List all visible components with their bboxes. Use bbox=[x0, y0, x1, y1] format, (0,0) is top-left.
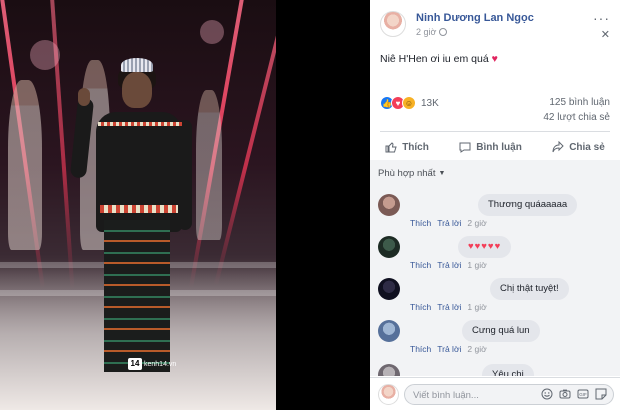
figure-hand bbox=[78, 88, 90, 106]
comment-reply-link[interactable]: Trả lời bbox=[437, 260, 461, 270]
gif-icon[interactable]: GIF bbox=[577, 388, 589, 400]
comment-bubble: Chị thật tuyệt! bbox=[490, 278, 569, 300]
comment-reply-link[interactable]: Trả lời bbox=[437, 218, 461, 228]
comment-time[interactable]: 2 giờ bbox=[467, 344, 486, 354]
comment-meta: Thích Trả lời 1 giờ bbox=[410, 260, 487, 270]
comment-reply-link[interactable]: Trả lời bbox=[437, 302, 461, 312]
shares-count[interactable]: 42 lượt chia sẻ bbox=[543, 112, 610, 123]
bokeh bbox=[30, 40, 60, 70]
comment-like-link[interactable]: Thích bbox=[410, 344, 431, 354]
comment-meta: Thích Trả lời 2 giờ bbox=[410, 218, 487, 228]
comment-sort-dropdown[interactable]: Phù hợp nhất ▼ bbox=[378, 168, 445, 179]
post-text: Niê H'Hen ơi iu em quá ♥ bbox=[380, 53, 498, 65]
avatar[interactable] bbox=[380, 11, 406, 37]
like-button-label: Thích bbox=[402, 141, 429, 153]
dress-pattern bbox=[98, 122, 182, 126]
reactions-summary[interactable]: 👍 ♥ ☺ 13K bbox=[380, 96, 439, 110]
comment-time[interactable]: 1 giờ bbox=[467, 302, 486, 312]
comment-time[interactable]: 1 giờ bbox=[467, 260, 486, 270]
post-text-content: Niê H'Hen ơi iu em quá bbox=[380, 53, 489, 65]
comment-bubble: Thương quáaaaaa bbox=[478, 194, 578, 216]
comment-sort-label: Phù hợp nhất bbox=[378, 168, 436, 179]
comment-icon bbox=[459, 142, 471, 153]
stage-light bbox=[213, 0, 276, 287]
comment-bubble: ♥♥♥♥♥ bbox=[458, 236, 512, 258]
more-options-icon[interactable]: ··· bbox=[593, 10, 610, 26]
dress-pattern bbox=[100, 205, 178, 213]
figure-dress-top bbox=[96, 112, 182, 232]
commenter-avatar[interactable] bbox=[378, 236, 400, 258]
comments-section: Phù hợp nhất ▼ Thương quáaaaaa Thích Trả… bbox=[370, 160, 620, 376]
comment-item: Yêu chị bbox=[378, 364, 618, 376]
haha-reaction-icon: ☺ bbox=[402, 96, 416, 110]
action-bar: Thích Bình luận Chia sẻ bbox=[370, 136, 620, 158]
bokeh bbox=[200, 20, 224, 44]
comment-reply-link[interactable]: Trả lời bbox=[437, 344, 461, 354]
comment-item: Thương quáaaaaa Thích Trả lời 2 giờ bbox=[378, 194, 618, 234]
post-panel: Ninh Dương Lan Ngọc 2 giờ ··· ✕ Niê H'He… bbox=[370, 0, 620, 410]
heart-emoji: ♥ bbox=[491, 53, 498, 65]
like-button[interactable]: Thích bbox=[385, 141, 429, 153]
author-name[interactable]: Ninh Dương Lan Ngọc bbox=[416, 12, 534, 24]
post-time: 2 giờ bbox=[416, 27, 448, 37]
sticker-icon[interactable] bbox=[595, 388, 607, 400]
post-photo[interactable]: 14 kenh14.vn bbox=[0, 0, 276, 410]
comment-button-label: Bình luận bbox=[476, 141, 522, 153]
emoji-icon[interactable] bbox=[541, 388, 553, 400]
reactions-count: 13K bbox=[421, 97, 439, 109]
watermark: 14 kenh14.vn bbox=[128, 358, 176, 370]
background-contestant bbox=[196, 90, 222, 240]
post-header: Ninh Dương Lan Ngọc 2 giờ ··· ✕ bbox=[370, 0, 620, 44]
photo-panel: 14 kenh14.vn bbox=[0, 0, 370, 410]
watermark-text: kenh14.vn bbox=[144, 360, 177, 368]
comment-time[interactable]: 2 giờ bbox=[467, 218, 486, 228]
comment-item: ♥♥♥♥♥ Thích Trả lời 1 giờ bbox=[378, 236, 618, 276]
comment-input[interactable] bbox=[413, 388, 533, 402]
caret-down-icon: ▼ bbox=[438, 170, 446, 177]
divider bbox=[380, 131, 610, 132]
comment-like-link[interactable]: Thích bbox=[410, 302, 431, 312]
camera-icon[interactable] bbox=[559, 388, 571, 400]
svg-text:GIF: GIF bbox=[579, 392, 587, 397]
comments-count[interactable]: 125 bình luận bbox=[549, 97, 610, 108]
crown bbox=[121, 58, 153, 72]
comment-button[interactable]: Bình luận bbox=[459, 141, 522, 153]
commenter-avatar[interactable] bbox=[378, 278, 400, 300]
commenter-avatar[interactable] bbox=[378, 194, 400, 216]
share-button-label: Chia sẻ bbox=[569, 141, 605, 153]
comment-like-link[interactable]: Thích bbox=[410, 260, 431, 270]
background-contestant bbox=[8, 80, 42, 250]
watermark-logo: 14 bbox=[128, 358, 142, 370]
comment-input-box[interactable]: GIF bbox=[404, 384, 614, 405]
globe-icon bbox=[439, 28, 448, 36]
commenter-avatar[interactable] bbox=[378, 364, 400, 376]
share-button[interactable]: Chia sẻ bbox=[552, 141, 605, 153]
comment-meta: Thích Trả lời 2 giờ bbox=[410, 344, 487, 354]
comment-composer: GIF bbox=[370, 377, 620, 410]
figure-dress-skirt bbox=[104, 220, 170, 372]
comment-like-link[interactable]: Thích bbox=[410, 218, 431, 228]
post-time-text[interactable]: 2 giờ bbox=[416, 27, 436, 37]
avatar bbox=[378, 384, 399, 405]
comment-bubble: Yêu chị bbox=[482, 364, 534, 376]
composer-tools: GIF bbox=[541, 388, 607, 400]
thumbs-up-icon bbox=[385, 142, 397, 153]
figure-head bbox=[122, 72, 152, 108]
comment-meta: Thích Trả lời 1 giờ bbox=[410, 302, 487, 312]
commenter-avatar[interactable] bbox=[378, 320, 400, 342]
close-icon[interactable]: ✕ bbox=[601, 28, 610, 41]
comment-item: Chị thật tuyệt! Thích Trả lời 1 giờ bbox=[378, 278, 618, 318]
comment-bubble: Cưng quá lun bbox=[462, 320, 540, 342]
share-arrow-icon bbox=[552, 141, 564, 153]
comment-item: Cưng quá lun Thích Trả lời 2 giờ bbox=[378, 320, 618, 360]
